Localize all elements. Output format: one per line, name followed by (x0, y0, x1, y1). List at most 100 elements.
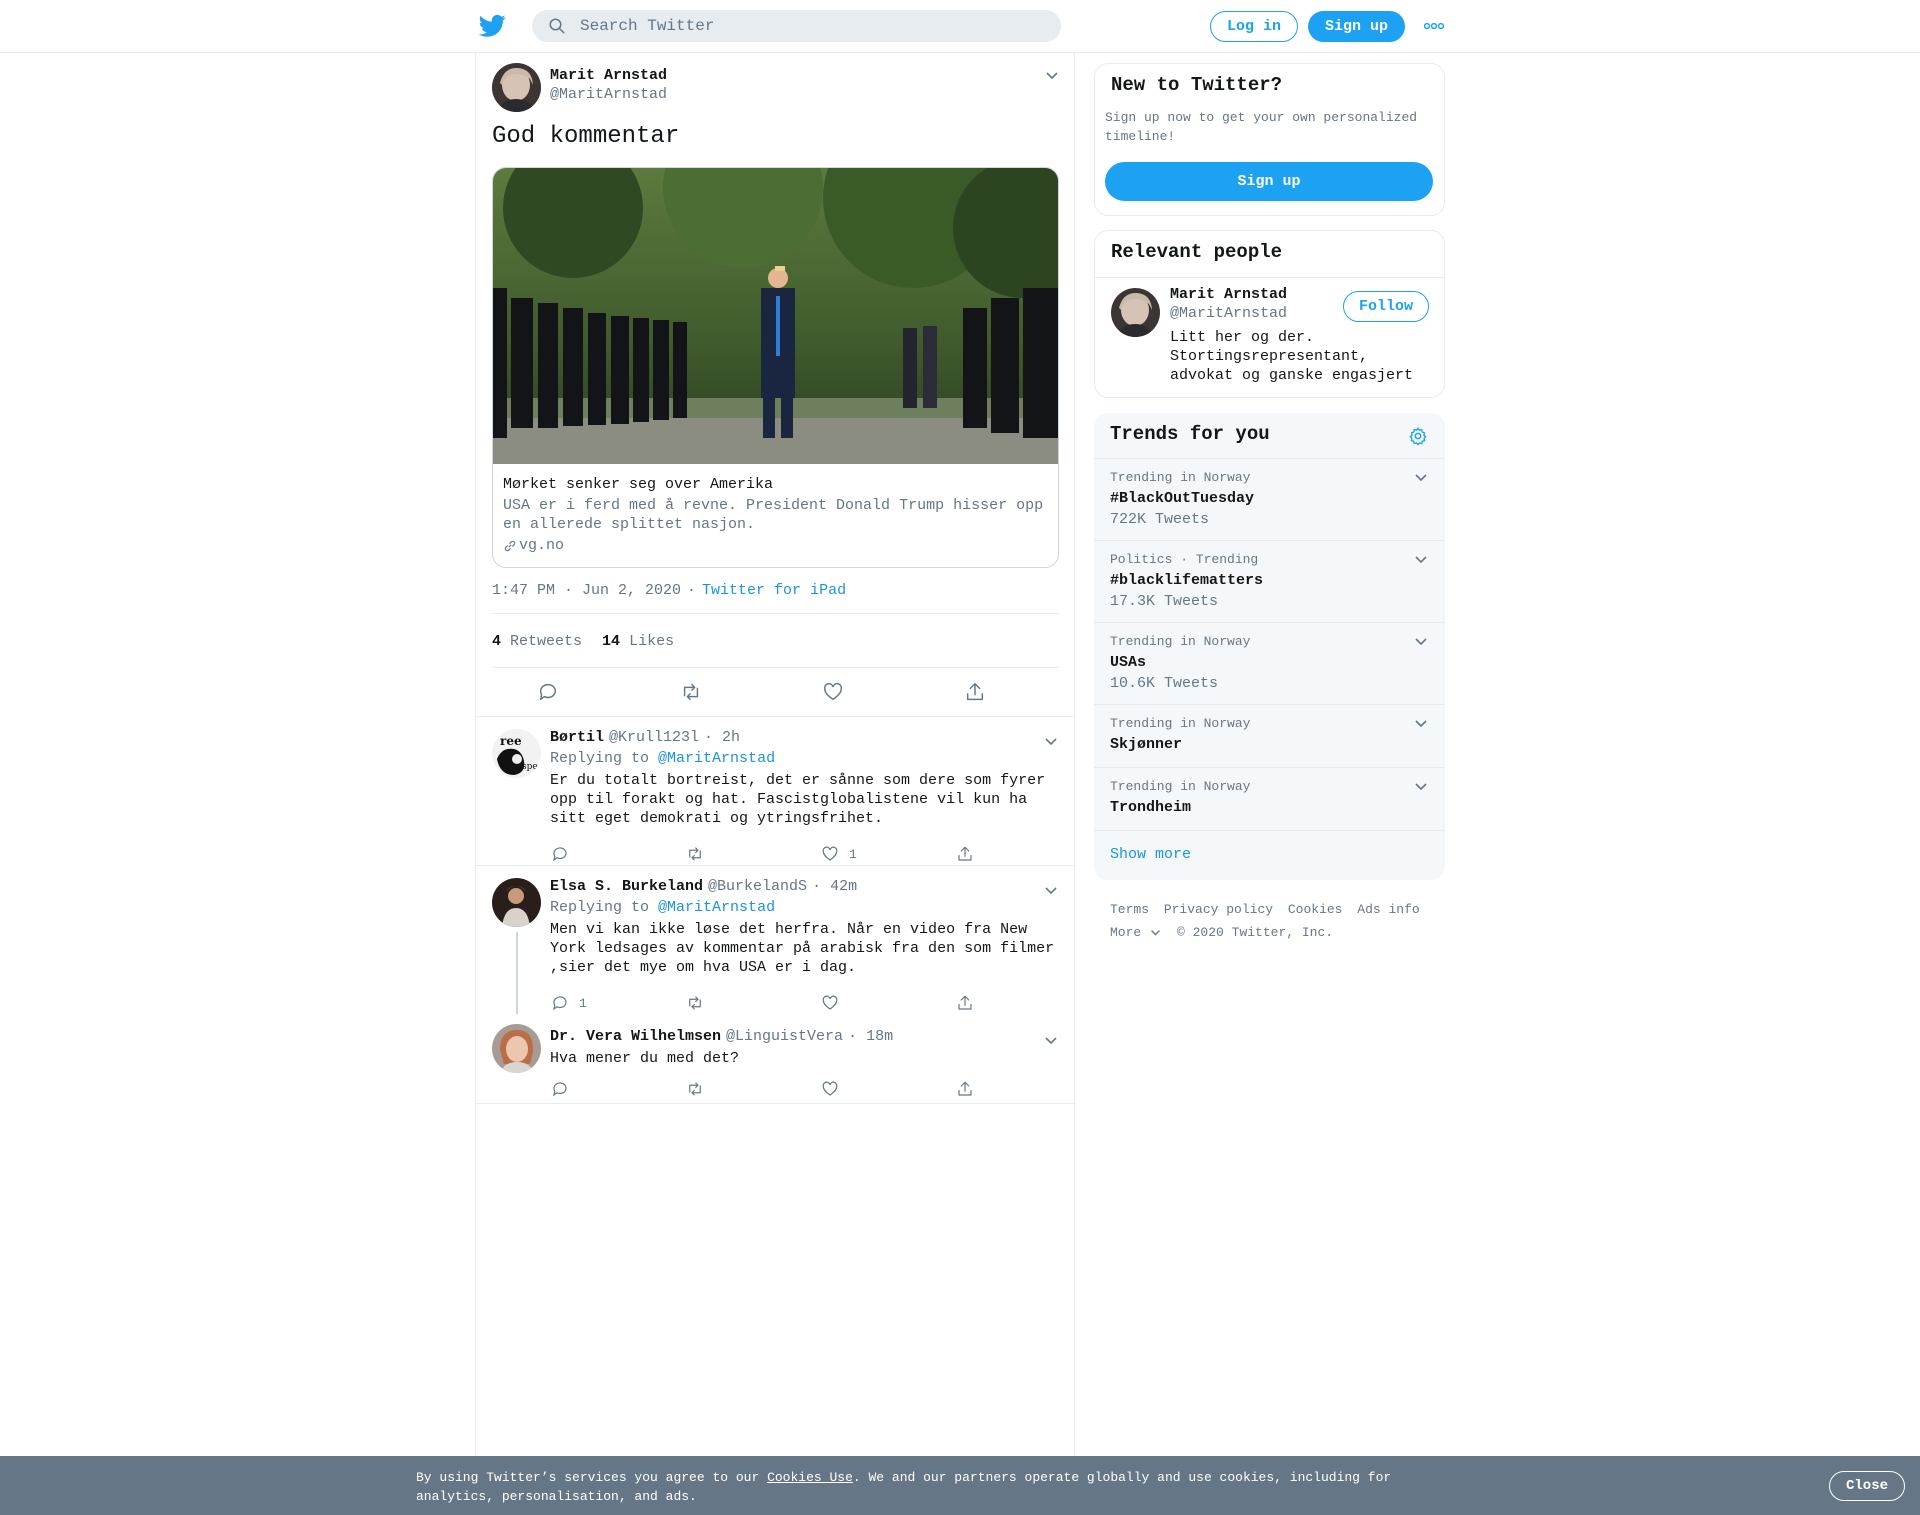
tweet-source[interactable]: Twitter for iPad (702, 582, 846, 599)
share-icon[interactable] (956, 1080, 974, 1098)
reply-author-name[interactable]: Dr. Vera Wilhelmsen (550, 1028, 721, 1045)
reply-action[interactable]: 1 (551, 994, 587, 1012)
trend-topic[interactable]: Trondheim (1110, 799, 1191, 816)
reply-time[interactable]: · 42m (812, 878, 857, 895)
share-action[interactable] (956, 845, 974, 863)
trend-topic[interactable]: #blacklifematters (1110, 572, 1263, 589)
share-icon[interactable] (956, 845, 974, 863)
trend-topic[interactable]: #BlackOutTuesday (1110, 490, 1254, 507)
signup-button[interactable]: Sign up (1308, 11, 1405, 42)
reply-tweet[interactable]: ree spe Børtil @Krull123l · 2h Replying … (476, 717, 1074, 865)
retweet-icon[interactable] (686, 845, 704, 863)
reply-action[interactable] (551, 1080, 579, 1098)
retweet-icon[interactable] (686, 1080, 704, 1098)
chevron-down-icon[interactable] (1044, 1036, 1058, 1046)
trend-item[interactable]: Politics · Trending #blacklifematters 17… (1094, 540, 1445, 622)
link-card[interactable]: Mørket senker seg over Amerika USA er i … (492, 167, 1059, 568)
reply-time[interactable]: · 18m (848, 1028, 893, 1045)
card-domain[interactable]: vg.no (503, 537, 564, 554)
reply-icon[interactable] (537, 681, 559, 703)
reply-icon[interactable] (551, 1080, 569, 1098)
footer-more-label[interactable]: More (1110, 925, 1141, 940)
trend-item[interactable]: Trending in Norway #BlackOutTuesday 722K… (1094, 458, 1445, 540)
footer-cookies-link[interactable]: Cookies (1288, 902, 1343, 917)
share-icon[interactable] (956, 994, 974, 1012)
retweet-action[interactable] (686, 1080, 704, 1098)
card-domain-text[interactable]: vg.no (519, 537, 564, 554)
login-button[interactable]: Log in (1210, 11, 1298, 42)
reply-time[interactable]: · 2h (704, 729, 740, 746)
like-icon[interactable] (822, 681, 844, 703)
chevron-down-icon[interactable] (1414, 719, 1428, 729)
chevron-down-icon[interactable] (1045, 71, 1059, 81)
more-options-icon[interactable] (1424, 22, 1444, 30)
search-input[interactable] (580, 17, 1020, 35)
reply-author-handle[interactable]: @Krull123l (609, 729, 699, 746)
chevron-down-icon[interactable] (1150, 929, 1161, 937)
search-box[interactable] (532, 10, 1061, 42)
footer-terms-link[interactable]: Terms (1110, 902, 1149, 917)
author-name[interactable]: Marit Arnstad (550, 67, 667, 84)
reply-icon[interactable] (551, 994, 569, 1012)
like-action[interactable] (821, 994, 849, 1012)
retweet-icon[interactable] (680, 681, 702, 703)
reply-action[interactable] (551, 845, 579, 863)
reply-author-handle[interactable]: @BurkelandS (708, 878, 807, 895)
cookie-close-button[interactable]: Close (1829, 1471, 1905, 1501)
footer-ads-info-link[interactable]: Ads info (1357, 902, 1419, 917)
share-action[interactable] (956, 994, 974, 1012)
trend-item[interactable]: Trending in Norway Trondheim (1094, 767, 1445, 830)
retweet-icon[interactable] (686, 994, 704, 1012)
reply-author-handle[interactable]: @LinguistVera (726, 1028, 843, 1045)
footer-privacy-link[interactable]: Privacy policy (1164, 902, 1273, 917)
trend-item[interactable]: Trending in Norway Skjønner (1094, 704, 1445, 767)
person-name[interactable]: Marit Arnstad (1170, 286, 1287, 303)
like-action[interactable]: 1 (821, 845, 857, 863)
trend-topic[interactable]: USAs (1110, 654, 1146, 671)
retweets-stat[interactable]: 4 Retweets (492, 633, 582, 650)
sidebar-signup-button[interactable]: Sign up (1105, 162, 1433, 201)
settings-gear-icon[interactable] (1408, 426, 1428, 446)
cookies-use-link[interactable]: Cookies Use (767, 1470, 853, 1485)
reply-avatar[interactable]: ree spe (492, 729, 541, 778)
tweet-timestamp[interactable]: 1:47 PM · Jun 2, 2020 (492, 582, 681, 599)
chevron-down-icon[interactable] (1414, 555, 1428, 565)
chevron-down-icon[interactable] (1414, 637, 1428, 647)
chevron-down-icon[interactable] (1044, 737, 1058, 747)
reply-author-name[interactable]: Børtil (550, 729, 604, 746)
chevron-down-icon[interactable] (1414, 473, 1428, 483)
replying-to-handle[interactable]: @MaritArnstad (658, 899, 775, 916)
reply-avatar[interactable] (492, 878, 541, 927)
like-icon[interactable] (821, 1080, 839, 1098)
author-avatar[interactable] (492, 63, 541, 112)
retweet-action[interactable] (686, 845, 704, 863)
reply-avatar[interactable] (492, 1024, 541, 1073)
trend-item[interactable]: Trending in Norway USAs 10.6K Tweets (1094, 622, 1445, 704)
replying-to-handle[interactable]: @MaritArnstad (658, 750, 775, 767)
share-action[interactable] (956, 1080, 974, 1098)
like-action[interactable] (821, 1080, 849, 1098)
card-title[interactable]: Mørket senker seg over Amerika (503, 476, 773, 493)
trend-topic[interactable]: Skjønner (1110, 736, 1182, 753)
likes-stat[interactable]: 14 Likes (602, 633, 674, 650)
twitter-bird-logo-icon[interactable] (479, 14, 506, 38)
search-icon (549, 18, 565, 34)
show-more-row[interactable]: Show more (1094, 830, 1445, 880)
reply-tweet[interactable]: Elsa S. Burkeland @BurkelandS · 42m Repl… (476, 866, 1074, 1014)
retweet-action[interactable] (686, 994, 704, 1012)
show-more-link[interactable]: Show more (1110, 846, 1191, 863)
like-icon[interactable] (821, 845, 839, 863)
reply-author-name[interactable]: Elsa S. Burkeland (550, 878, 703, 895)
reply-tweet[interactable]: Dr. Vera Wilhelmsen @LinguistVera · 18m … (476, 1014, 1074, 1102)
footer-more-link[interactable]: More (1110, 925, 1148, 940)
chevron-down-icon[interactable] (1044, 886, 1058, 896)
like-icon[interactable] (821, 994, 839, 1012)
chevron-down-icon[interactable] (1414, 782, 1428, 792)
follow-button[interactable]: Follow (1343, 291, 1429, 322)
person-handle[interactable]: @MaritArnstad (1170, 305, 1287, 322)
signup-prompt-description: Sign up now to get your own personalized… (1105, 110, 1418, 144)
reply-icon[interactable] (551, 845, 569, 863)
share-icon[interactable] (964, 681, 986, 703)
person-avatar[interactable] (1111, 288, 1160, 337)
author-handle[interactable]: @MaritArnstad (550, 86, 667, 103)
